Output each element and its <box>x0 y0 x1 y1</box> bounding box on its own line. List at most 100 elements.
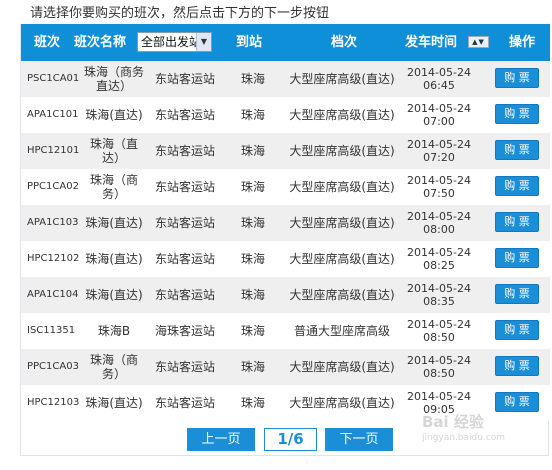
buy-ticket-button[interactable]: 购 票 <box>495 392 539 412</box>
cell-departure-time: 2014-05-24 06:45 <box>405 61 473 97</box>
cell-departure-time: 2014-05-24 08:35 <box>405 277 473 313</box>
cell-from-station: 东站客运站 <box>154 180 215 194</box>
watermark-sub: jingyan.baidu.com <box>422 433 506 443</box>
cell-grade: 大型座席高级(直达) <box>289 180 395 194</box>
departure-date: 2014-05-24 <box>407 390 471 403</box>
table-row: HPC12102 珠海(直达) 东站客运站 珠海 大型座席高级(直达) 2014-05-2… <box>21 241 550 277</box>
cell-from-station: 东站客运站 <box>154 108 215 122</box>
next-page-button[interactable]: 下一页 <box>325 428 393 451</box>
schedule-rows: PSC1CA01 珠海（商务直达） 东站客运站 珠海 大型座席高级(直达) 2014-05… <box>21 61 550 421</box>
cell-name: 珠海(直达) <box>85 216 143 230</box>
departure-clock: 08:50 <box>423 367 455 380</box>
departure-clock: 07:20 <box>423 151 455 164</box>
cell-grade: 大型座席高级(直达) <box>289 288 395 302</box>
departure-clock: 06:45 <box>423 79 455 92</box>
header-action: 操作 <box>509 35 536 50</box>
cell-name: 珠海(直达) <box>85 396 143 410</box>
cell-to-station: 珠海 <box>240 324 265 338</box>
cell-code: HPC12101 <box>27 145 80 156</box>
cell-grade: 大型座席高级(直达) <box>289 144 395 158</box>
buy-ticket-button[interactable]: 购 票 <box>495 356 539 376</box>
cell-name: 珠海（商务） <box>89 353 138 381</box>
cell-code: ISC11351 <box>27 325 76 336</box>
cell-departure-time: 2014-05-24 08:00 <box>405 205 473 241</box>
cell-code: HPC12102 <box>27 253 80 264</box>
prev-page-button[interactable]: 上一页 <box>187 428 255 451</box>
cell-from-station: 东站客运站 <box>154 216 215 230</box>
cell-grade: 大型座席高级(直达) <box>289 252 395 266</box>
page-indicator: 1/6 <box>264 428 317 451</box>
schedule-panel: 班次 班次名称 全部出发站 ▼ 到站 档次 发车时间 ▲▼ 操作 PSC1CA0… <box>20 24 550 456</box>
departure-date: 2014-05-24 <box>407 138 471 151</box>
station-select-value: 全部出发站 <box>141 35 202 49</box>
table-row: ISC11351 珠海B 海珠客运站 珠海 普通大型座席高级 2014-05-24 08:5… <box>21 313 550 349</box>
table-row: PPC1CA02 珠海（商务） 东站客运站 珠海 大型座席高级(直达) 2014-05-2… <box>21 169 550 205</box>
buy-ticket-button[interactable]: 购 票 <box>495 68 539 88</box>
cell-to-station: 珠海 <box>240 72 265 86</box>
departure-date: 2014-05-24 <box>407 174 471 187</box>
buy-ticket-button[interactable]: 购 票 <box>495 140 539 160</box>
cell-from-station: 东站客运站 <box>154 72 215 86</box>
cell-code: APA1C103 <box>27 217 79 228</box>
cell-name: 珠海B <box>97 324 131 338</box>
cell-grade: 大型座席高级(直达) <box>289 216 395 230</box>
buy-ticket-button[interactable]: 购 票 <box>495 284 539 304</box>
instruction-text: 请选择你要购买的班次，然后点击下方的下一步按钮 <box>30 6 330 21</box>
cell-from-station: 海珠客运站 <box>154 324 215 338</box>
cell-code: PPC1CA02 <box>27 181 79 192</box>
departure-date: 2014-05-24 <box>407 282 471 295</box>
cell-grade: 大型座席高级(直达) <box>289 396 395 410</box>
departure-date: 2014-05-24 <box>407 354 471 367</box>
table-row: HPC12101 珠海（直达） 东站客运站 珠海 大型座席高级(直达) 2014-05-2… <box>21 133 550 169</box>
buy-ticket-button[interactable]: 购 票 <box>495 212 539 232</box>
departure-clock: 08:25 <box>423 259 455 272</box>
cell-code: PSC1CA01 <box>27 73 80 84</box>
departure-clock: 08:35 <box>423 295 455 308</box>
departure-clock: 07:50 <box>423 187 455 200</box>
cell-to-station: 珠海 <box>240 144 265 158</box>
cell-name: 珠海(直达) <box>85 288 143 302</box>
header-time: 发车时间 <box>405 35 458 50</box>
cell-departure-time: 2014-05-24 07:00 <box>405 97 473 133</box>
cell-grade: 普通大型座席高级 <box>293 324 390 338</box>
buy-ticket-button[interactable]: 购 票 <box>495 320 539 340</box>
departure-clock: 08:00 <box>423 223 455 236</box>
cell-grade: 大型座席高级(直达) <box>289 72 395 86</box>
table-row: APA1C101 珠海(直达) 东站客运站 珠海 大型座席高级(直达) 2014-05-2… <box>21 97 550 133</box>
cell-to-station: 珠海 <box>240 360 265 374</box>
departure-station-select[interactable]: 全部出发站 ▼ <box>137 32 212 52</box>
departure-date: 2014-05-24 <box>407 318 471 331</box>
cell-code: APA1C104 <box>27 289 79 300</box>
buy-ticket-button[interactable]: 购 票 <box>495 176 539 196</box>
cell-departure-time: 2014-05-24 08:50 <box>405 313 473 349</box>
cell-to-station: 珠海 <box>240 216 265 230</box>
header-name: 班次名称 <box>74 35 127 50</box>
table-header: 班次 班次名称 全部出发站 ▼ 到站 档次 发车时间 ▲▼ 操作 <box>21 24 550 61</box>
cell-name: 珠海(直达) <box>85 252 143 266</box>
buy-ticket-button[interactable]: 购 票 <box>495 104 539 124</box>
departure-clock: 08:50 <box>423 331 455 344</box>
header-to: 到站 <box>236 35 263 50</box>
cell-from-station: 东站客运站 <box>154 396 215 410</box>
table-row: PSC1CA01 珠海（商务直达） 东站客运站 珠海 大型座席高级(直达) 2014-05… <box>21 61 550 97</box>
departure-date: 2014-05-24 <box>407 246 471 259</box>
cell-to-station: 珠海 <box>240 252 265 266</box>
cell-to-station: 珠海 <box>240 288 265 302</box>
cell-name: 珠海(直达) <box>85 108 143 122</box>
sort-icon[interactable]: ▲▼ <box>468 36 489 48</box>
chevron-down-icon: ▼ <box>196 33 211 51</box>
cell-to-station: 珠海 <box>240 180 265 194</box>
cell-name: 珠海（商务直达） <box>83 65 144 93</box>
header-code: 班次 <box>34 35 61 50</box>
table-row: APA1C103 珠海(直达) 东站客运站 珠海 大型座席高级(直达) 2014-05-2… <box>21 205 550 241</box>
cell-code: PPC1CA03 <box>27 361 79 372</box>
buy-ticket-button[interactable]: 购 票 <box>495 248 539 268</box>
cell-from-station: 东站客运站 <box>154 288 215 302</box>
departure-date: 2014-05-24 <box>407 210 471 223</box>
cell-departure-time: 2014-05-24 07:20 <box>405 133 473 169</box>
cell-grade: 大型座席高级(直达) <box>289 360 395 374</box>
cell-code: APA1C101 <box>27 109 79 120</box>
cell-name: 珠海（商务） <box>89 173 138 201</box>
cell-from-station: 东站客运站 <box>154 252 215 266</box>
cell-to-station: 珠海 <box>240 108 265 122</box>
